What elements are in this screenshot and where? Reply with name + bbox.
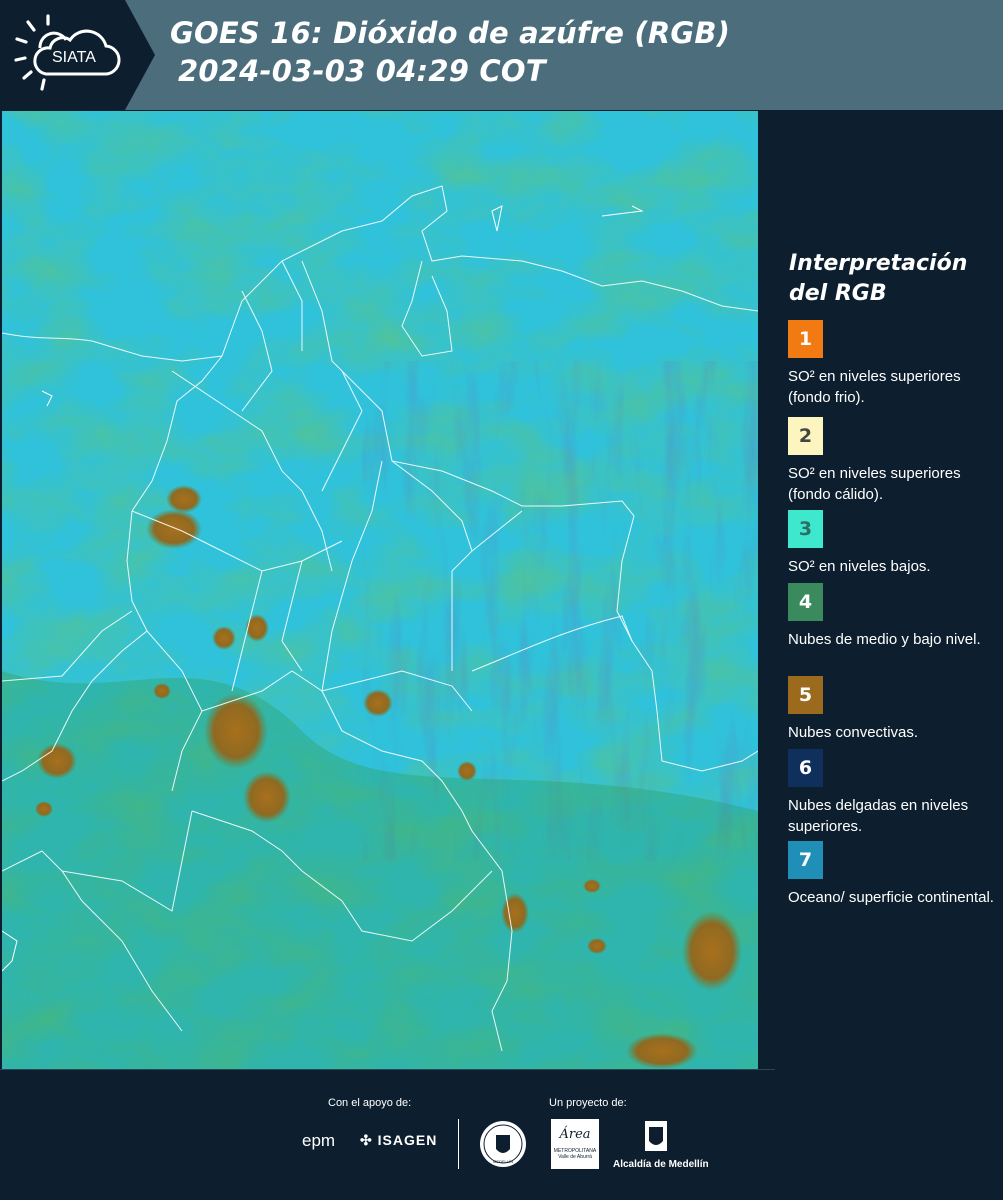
title-line-1: GOES 16: Dióxido de azúfre (RGB) [170,16,731,50]
legend-label-7: Oceano/ superficie continental. [788,889,994,906]
footer: Con el apoyo de: Un proyecto de: epm ✣ I… [0,1069,1003,1200]
siata-logo: SIATA [14,14,121,91]
legend-title: Interpretación del RGB [789,251,968,306]
footer-divider [458,1119,459,1169]
page-title: GOES 16: Dióxido de azúfre (RGB) 2024-03… [170,14,730,90]
epm-logo: epm [302,1131,336,1150]
legend-swatch-5: 5 [788,676,823,714]
isagen-text: ISAGEN [377,1132,438,1148]
legend-swatch-7: 7 [788,841,823,879]
title-line-2: 2024-03-03 04:29 COT [178,54,546,88]
legend-swatch-1: 1 [788,320,823,358]
legend-swatch-2: 2 [788,417,823,455]
alcaldia-shield-icon [645,1121,667,1151]
support-label: Con el apoyo de: [328,1097,412,1109]
legend-item-1: 1 SO² en niveles superiores (fondo frio)… [788,320,998,408]
satellite-map [2,111,758,1069]
project-label: Un proyecto de: [549,1097,627,1109]
header-bar: SIATA GOES 16: Dióxido de azúfre (RGB) 2… [0,0,1003,110]
logo-text: SIATA [52,49,96,66]
legend-swatch-6: 6 [788,749,823,787]
isagen-mark-icon: ✣ [360,1132,373,1148]
legend-label-2: SO² en niveles superiores (fondo cálido)… [788,465,961,503]
legend-item-2: 2 SO² en niveles superiores (fondo cálid… [788,417,998,505]
isagen-logo: ✣ ISAGEN [360,1132,437,1149]
footer-rule [0,1069,775,1070]
area-logo-name: Área [559,1127,591,1142]
legend-item-4: 4 Nubes de medio y bajo nivel. [788,583,998,650]
legend-item-6: 6 Nubes delgadas en niveles superiores. [788,749,998,837]
legend-label-1: SO² en niveles superiores (fondo frio). [788,368,961,406]
legend-label-4: Nubes de medio y bajo nivel. [788,631,981,648]
legend-item-5: 5 Nubes convectivas. [788,676,998,743]
legend-label-5: Nubes convectivas. [788,724,919,741]
legend-label-6: Nubes delgadas en niveles superiores. [788,797,969,835]
area-metropolitana-logo: Área METROPOLITANA Valle de Aburrá [551,1119,599,1169]
alcaldia-label: Alcaldía de Medellín [613,1159,709,1170]
medellin-seal-text: MEDELLÍN [493,1159,513,1164]
medellin-seal-icon: MEDELLÍN [480,1121,526,1167]
legend-swatch-4: 4 [788,583,823,621]
legend-item-7: 7 Oceano/ superficie continental. [788,841,998,908]
legend-swatch-3: 3 [788,510,823,548]
area-logo-sub2: Valle de Aburrá [558,1154,592,1160]
legend-label-3: SO² en niveles bajos. [788,558,931,575]
legend-panel: Interpretación del RGB 1 SO² en niveles … [760,111,1003,1069]
legend-item-3: 3 SO² en niveles bajos. [788,510,998,577]
